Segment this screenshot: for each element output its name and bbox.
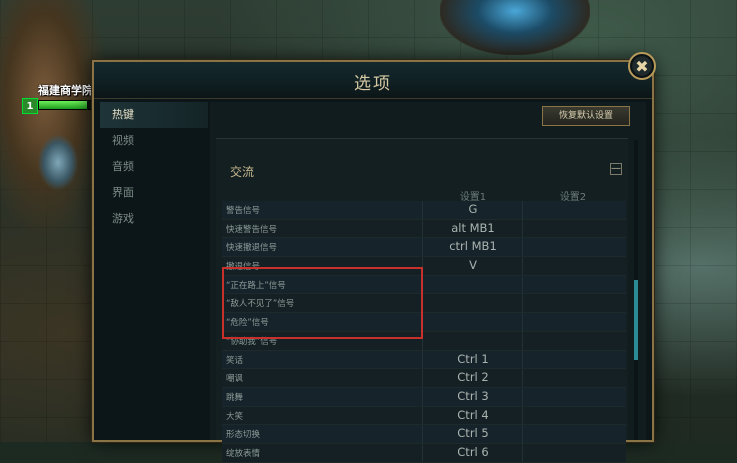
hotkey-row: 大笑 Ctrl 4: [222, 406, 626, 426]
communication-panel: 交流 — 设置1 设置2 警告信号 G 快速警告信号 alt MB1 快速撤退信号 ctr…: [216, 138, 628, 463]
options-dialog: 选项 热键 视频 音频 界面 游戏 恢复默认设置 交流 — 设置1 设置2 警告信号 G 快…: [92, 60, 654, 463]
hotkey-row: 嘲讽 Ctrl 2: [222, 369, 626, 388]
section-header: 交流 —: [216, 139, 628, 179]
hotkey-action-label: 快速警告信号: [226, 224, 278, 235]
hotkey-row: 绽放表情 Ctrl 6: [222, 443, 626, 463]
unit-name-label: 福建商学院: [38, 84, 93, 97]
section-title: 交流: [230, 165, 255, 179]
minion-figure: [38, 135, 78, 190]
options-sidebar: 热键 视频 音频 界面 游戏: [100, 102, 208, 436]
hotkey-action-label: 警告信号: [226, 206, 261, 216]
hotkey-action-label: “危险”信号: [226, 318, 269, 329]
hotkey-setting1-cell[interactable]: alt MB1: [424, 221, 522, 235]
hotkey-row: “正在路上”信号: [222, 275, 626, 295]
sidebar-item[interactable]: 热键: [100, 102, 208, 128]
hotkey-row: “敌人不见了”信号: [222, 294, 626, 314]
sidebar-item[interactable]: 视频: [100, 128, 208, 154]
hotkey-setting1-cell[interactable]: Ctrl 5: [424, 426, 522, 440]
hotkey-setting1-cell[interactable]: Ctrl 6: [424, 445, 522, 459]
hotkey-row: 笑话 Ctrl 1: [222, 350, 626, 370]
health-bar: [38, 100, 96, 110]
health-bar-fill: [39, 101, 87, 109]
hotkey-action-label: 绽放表情: [226, 448, 261, 459]
sidebar-item[interactable]: 音频: [100, 154, 208, 180]
collapse-button[interactable]: —: [610, 163, 622, 175]
hotkey-row: 快速警告信号 alt MB1: [222, 219, 626, 239]
hotkey-row: 跳舞 Ctrl 3: [222, 387, 626, 407]
hotkey-setting1-cell[interactable]: V: [424, 258, 522, 272]
sidebar-item[interactable]: 游戏: [100, 206, 208, 232]
hotkeys-content: 恢复默认设置 交流 — 设置1 设置2 警告信号 G 快速警告信号 alt MB1 快速…: [210, 102, 646, 463]
hotkey-setting1-cell[interactable]: Ctrl 1: [424, 352, 522, 366]
close-button[interactable]: ✖: [628, 52, 656, 80]
scrollbar[interactable]: [634, 140, 638, 440]
hotkey-row: 快速撤退信号 ctrl MB1: [222, 238, 626, 258]
hotkey-row: 撤退信号 V: [222, 257, 626, 276]
hotkey-row: “危险”信号: [222, 313, 626, 332]
hotkey-setting1-cell[interactable]: G: [424, 202, 522, 216]
hotkey-action-label: “敌人不见了”信号: [226, 299, 295, 310]
column-header-setting2: 设置2: [559, 192, 587, 203]
hotkey-row: 警告信号 G: [222, 201, 626, 220]
hotkey-row: “协助我”信号: [222, 331, 626, 351]
tower-structure: [440, 0, 590, 55]
hotkey-rows: 警告信号 G 快速警告信号 alt MB1 快速撤退信号 ctrl MB1 撤退信号 V “正在…: [222, 201, 626, 463]
restore-defaults-button[interactable]: 恢复默认设置: [542, 106, 630, 126]
column-header-setting1: 设置1: [459, 192, 487, 203]
hotkey-row: 形态切换 Ctrl 5: [222, 425, 626, 444]
hotkey-setting1-cell[interactable]: ctrl MB1: [424, 239, 522, 253]
level-badge: 1: [22, 98, 38, 114]
sidebar-item[interactable]: 界面: [100, 180, 208, 206]
hotkey-action-label: “正在路上”信号: [226, 280, 286, 291]
hotkey-action-label: “协助我”信号: [226, 336, 278, 347]
hotkey-setting1-cell[interactable]: Ctrl 3: [424, 389, 522, 403]
hotkey-setting1-cell[interactable]: Ctrl 2: [424, 370, 522, 384]
hotkey-action-label: 形态切换: [226, 430, 261, 441]
hotkey-action-label: 嘲讽: [226, 374, 244, 385]
hotkey-setting1-cell[interactable]: Ctrl 4: [424, 408, 522, 422]
hotkey-action-label: 笑话: [226, 355, 244, 366]
hotkey-action-label: 大笑: [226, 411, 244, 422]
scrollbar-thumb[interactable]: [634, 280, 638, 360]
hotkey-action-label: 跳舞: [226, 392, 244, 403]
dialog-title-bar: 选项: [94, 62, 652, 99]
hotkey-action-label: 撤退信号: [226, 262, 261, 273]
hotkey-action-label: 快速撤退信号: [226, 243, 278, 254]
dialog-title: 选项: [354, 74, 392, 94]
